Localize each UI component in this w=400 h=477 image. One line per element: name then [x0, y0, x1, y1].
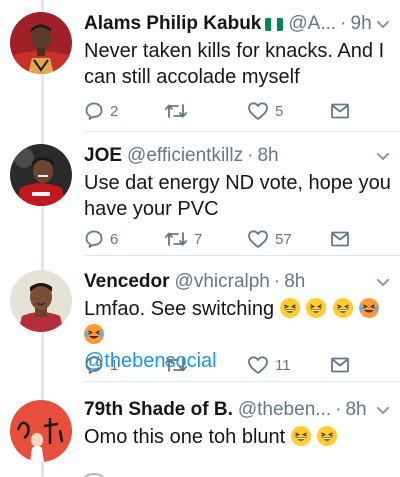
avatar[interactable]	[10, 270, 72, 332]
emoji-group	[290, 426, 339, 448]
tweet-timestamp[interactable]: 8h	[345, 399, 366, 421]
avatar[interactable]	[10, 144, 72, 206]
reply-button[interactable]: 6	[84, 228, 118, 250]
author-name[interactable]: JOE	[84, 145, 122, 167]
grinning-squint-emoji	[317, 426, 338, 446]
tweet-actions: 1 11	[84, 354, 400, 376]
retweet-button[interactable]	[164, 354, 194, 376]
dm-icon	[331, 231, 349, 247]
chevron-down-icon[interactable]	[376, 20, 390, 30]
dm-icon	[331, 357, 349, 373]
crying-laughing-emoji	[84, 324, 104, 344]
dm-button[interactable]	[330, 354, 350, 376]
tweet-text-block: Omo this one toh blunt	[84, 424, 392, 450]
tweet-header: Vencedor @vhicralph · 8h	[84, 270, 392, 294]
avatar[interactable]	[10, 12, 72, 74]
tweet-header: 79th Shade of B. @theben... · 8h	[84, 398, 392, 422]
dm-icon	[331, 103, 349, 119]
separator: ·	[335, 399, 342, 420]
grinning-squint-emoji	[290, 426, 311, 446]
reply-icon-partial	[84, 473, 104, 477]
chevron-down-icon[interactable]	[376, 278, 390, 288]
author-name[interactable]: 79th Shade of B.	[84, 399, 233, 421]
like-count: 11	[275, 356, 291, 374]
nigeria-flag-icon	[265, 17, 284, 31]
tweet-text: Omo this one toh blunt	[84, 426, 286, 448]
author-handle[interactable]: @efficientkillz	[127, 145, 243, 167]
author-handle[interactable]: @vhicralph	[175, 271, 270, 293]
tweet-timestamp[interactable]: 8h	[257, 145, 278, 167]
retweet-icon	[165, 358, 187, 372]
tweet-item[interactable]: Alams Philip Kabuk @A... · 9h Never take…	[0, 0, 400, 132]
reply-icon	[85, 356, 103, 374]
like-button[interactable]: 5	[247, 100, 283, 122]
tweet-text: Use dat energy ND vote, hope you have yo…	[84, 172, 391, 220]
reply-button[interactable]: 2	[84, 100, 118, 122]
separator: ·	[273, 271, 281, 292]
like-icon	[248, 356, 268, 374]
grinning-squint-emoji	[306, 298, 327, 318]
reply-count: 2	[110, 102, 119, 120]
separator: ·	[247, 145, 254, 166]
tweet-header: Alams Philip Kabuk @A... · 9h	[84, 12, 392, 36]
avatar[interactable]	[10, 400, 72, 462]
reply-icon	[85, 102, 103, 120]
tweet-text: Lmfao. See switching	[84, 298, 275, 320]
reply-count: 6	[110, 230, 119, 248]
tweet-timestamp[interactable]: 9h	[351, 13, 372, 35]
crying-laughing-emoji	[359, 298, 380, 318]
dm-button[interactable]	[330, 228, 350, 250]
retweet-count: 7	[194, 230, 203, 248]
retweet-icon	[165, 232, 187, 246]
like-icon	[248, 230, 268, 248]
retweet-icon	[165, 104, 187, 118]
separator: ·	[340, 13, 347, 34]
grinning-squint-emoji	[332, 298, 353, 318]
tweet-actions: 2 5	[84, 100, 400, 122]
reply-count: 1	[110, 356, 119, 374]
dm-button[interactable]	[330, 100, 350, 122]
reply-button[interactable]: 1	[84, 354, 118, 376]
like-button[interactable]: 57	[247, 228, 292, 250]
like-count: 5	[275, 102, 284, 120]
tweet-text: Never taken kills for knacks. And I can …	[84, 40, 385, 88]
author-handle[interactable]: @theben...	[238, 399, 331, 421]
tweet-actions: 6 7 57	[84, 228, 400, 250]
retweet-button[interactable]: 7	[164, 228, 202, 250]
like-icon	[248, 102, 268, 120]
grinning-squint-emoji	[279, 298, 300, 318]
tweet-item[interactable]: JOE @efficientkillz · 8h Use dat energy …	[0, 132, 400, 256]
tweet-header: JOE @efficientkillz · 8h	[84, 144, 392, 168]
chevron-down-icon[interactable]	[376, 152, 390, 162]
tweet-item[interactable]: 79th Shade of B. @theben... · 8h Omo thi…	[0, 382, 400, 477]
author-name[interactable]: Alams Philip Kabuk	[84, 13, 261, 35]
author-name[interactable]: Vencedor	[84, 271, 170, 293]
like-button[interactable]: 11	[247, 354, 291, 376]
chevron-down-icon[interactable]	[376, 406, 390, 416]
like-count: 57	[275, 230, 292, 248]
reply-icon	[85, 230, 103, 248]
tweet-timestamp[interactable]: 8h	[284, 271, 305, 293]
tweet-item[interactable]: Vencedor @vhicralph · 8h Lmfao. See swit…	[0, 256, 400, 382]
author-handle[interactable]: @A...	[288, 13, 336, 35]
retweet-button[interactable]	[164, 100, 194, 122]
